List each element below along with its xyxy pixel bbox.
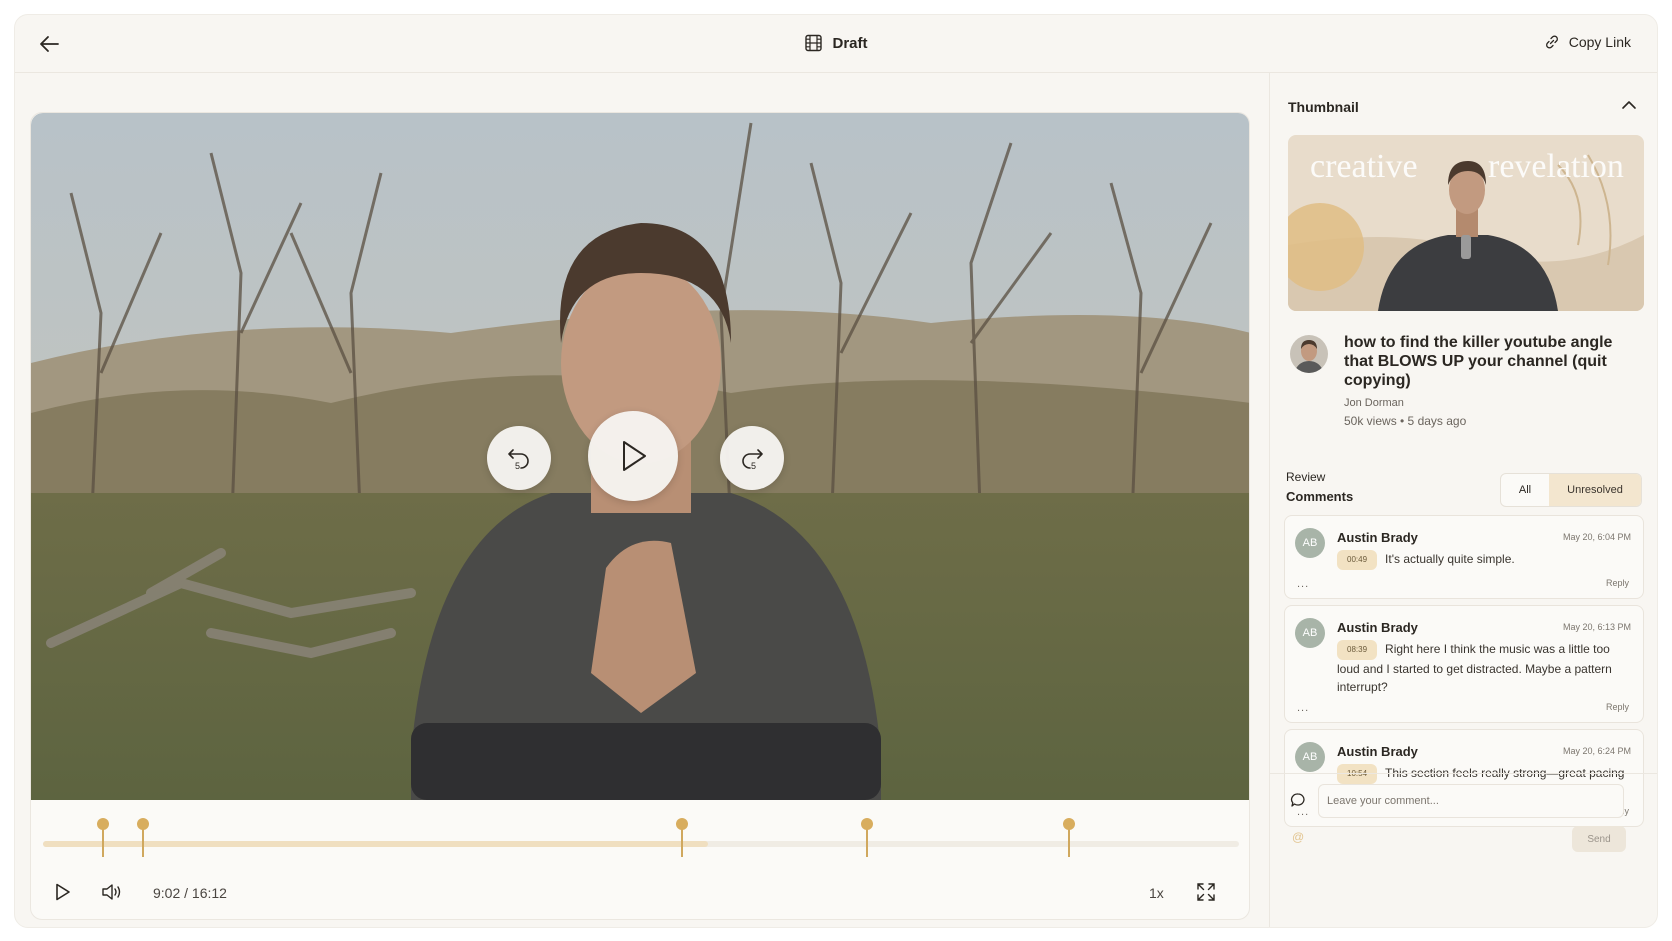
comment-text: Right here I think the music was a littl…	[1337, 642, 1612, 694]
comment-filter: All Unresolved	[1500, 473, 1642, 507]
play-small-icon	[56, 883, 70, 901]
reply-button[interactable]: Reply	[1606, 578, 1629, 588]
thumbnail-image: creative revelation	[1288, 135, 1644, 311]
arrow-left-icon	[40, 36, 59, 52]
review-sidebar: Thumbnail creative revelation how to fin…	[1269, 73, 1657, 927]
copy-link-button[interactable]: Copy Link	[1544, 34, 1631, 50]
review-heading-line2: Comments	[1286, 489, 1354, 504]
review-heading: Review Comments	[1286, 467, 1353, 507]
comment-body: 00:49 It's actually quite simple.	[1337, 550, 1627, 570]
play-button[interactable]	[51, 879, 75, 905]
comment-timestamp[interactable]: 00:49	[1337, 550, 1378, 570]
top-bar: Draft Copy Link	[15, 15, 1657, 73]
views-meta: 50k views • 5 days ago	[1344, 414, 1467, 428]
comment-author: Austin Brady	[1337, 530, 1418, 545]
comment-date: May 20, 6:04 PM	[1562, 532, 1631, 542]
comment-marker[interactable]	[136, 818, 149, 857]
video-panel: 5 5 9:02 / 16:12 1x	[30, 112, 1250, 920]
fullscreen-button[interactable]	[1193, 879, 1219, 905]
comment-author: Austin Brady	[1337, 744, 1418, 759]
review-heading-line1: Review	[1286, 470, 1326, 484]
comment-author: Austin Brady	[1337, 620, 1418, 635]
volume-button[interactable]	[99, 879, 125, 905]
filter-unresolved-tab[interactable]: Unresolved	[1549, 474, 1641, 506]
forward-icon: 5	[742, 449, 763, 471]
page-title-text: Draft	[832, 34, 868, 52]
mention-button[interactable]: @	[1292, 830, 1304, 844]
avatar: AB	[1295, 528, 1325, 558]
thumbnail-overlay-left: creative	[1310, 148, 1418, 185]
comment-body: 08:39 Right here I think the music was a …	[1337, 640, 1627, 696]
more-options-button[interactable]: ...	[1297, 702, 1309, 714]
playback-speed-button[interactable]: 1x	[1149, 885, 1164, 901]
back-button[interactable]	[35, 31, 63, 57]
more-options-button[interactable]: ...	[1297, 578, 1309, 590]
avatar: AB	[1295, 618, 1325, 648]
forward-seconds: 5	[751, 461, 756, 471]
forward-5-button[interactable]: 5	[720, 426, 784, 490]
thumbnail-heading: Thumbnail	[1288, 99, 1359, 115]
copy-link-label: Copy Link	[1568, 34, 1631, 50]
video-title: how to find the killer youtube angle tha…	[1344, 334, 1613, 389]
timeline-track[interactable]	[43, 841, 1239, 847]
video-frame[interactable]: 5 5	[31, 113, 1249, 800]
comment-date: May 20, 6:24 PM	[1562, 746, 1631, 756]
comment-card: AB Austin Brady May 20, 6:04 PM 00:49 It'…	[1284, 515, 1644, 599]
comment-date: May 20, 6:13 PM	[1562, 622, 1631, 632]
rewind-5-button[interactable]: 5	[487, 426, 551, 490]
comment-text: It's actually quite simple.	[1385, 552, 1515, 566]
chevron-up-icon	[1622, 101, 1636, 109]
rewind-icon: 5	[508, 449, 529, 471]
reply-button[interactable]: Reply	[1606, 702, 1629, 712]
expand-icon	[1197, 883, 1215, 901]
comment-timestamp[interactable]: 08:39	[1337, 640, 1378, 660]
comment-marker[interactable]	[675, 818, 688, 857]
link-icon	[1545, 35, 1558, 49]
comment-marker[interactable]	[861, 818, 874, 857]
time-display: 9:02 / 16:12	[153, 885, 227, 901]
comment-marker[interactable]	[1063, 818, 1076, 857]
collapse-button[interactable]	[1621, 97, 1637, 115]
play-icon	[623, 441, 646, 471]
filter-all-tab[interactable]: All	[1501, 474, 1549, 506]
comment-input[interactable]	[1318, 784, 1624, 818]
avatar: AB	[1295, 742, 1325, 772]
channel-avatar	[1290, 335, 1328, 373]
channel-name: Jon Dorman	[1344, 397, 1404, 409]
page-title: Draft	[804, 34, 868, 52]
speech-bubble-icon	[1290, 792, 1306, 813]
comment-card: AB Austin Brady May 20, 6:13 PM 08:39 Rig…	[1284, 605, 1644, 723]
send-button[interactable]: Send	[1572, 826, 1626, 852]
comment-composer: @ Send	[1270, 773, 1657, 927]
play-large-button[interactable]	[588, 411, 678, 501]
volume-icon	[102, 884, 121, 900]
player-controls: 9:02 / 16:12 1x	[31, 873, 1249, 913]
thumbnail-overlay-right: revelation	[1488, 148, 1624, 185]
film-icon	[805, 34, 822, 52]
comment-marker[interactable]	[97, 818, 110, 857]
rewind-seconds: 5	[515, 461, 520, 471]
app-window: Draft Copy Link 5 5 9:02 / 16:12 1x Thum…	[14, 14, 1658, 928]
